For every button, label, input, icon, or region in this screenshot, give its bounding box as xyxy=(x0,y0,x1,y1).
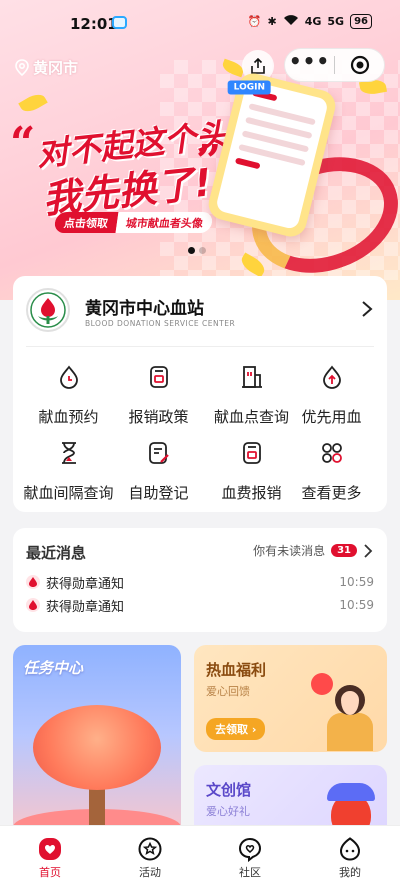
tab-activity[interactable]: 活动 xyxy=(100,826,200,889)
service-label: 献血间隔查询 xyxy=(23,484,114,502)
chevron-right-icon xyxy=(364,543,373,558)
banner-cta-secondary: 城市献血者头像 xyxy=(115,212,214,233)
close-miniprogram-button[interactable] xyxy=(335,55,384,75)
welfare-title: 热血福利 xyxy=(206,661,267,679)
welfare-claim-button[interactable]: 去领取 › xyxy=(206,718,266,740)
banner-cta[interactable]: 点击领取 城市献血者头像 xyxy=(53,212,214,233)
task-center-tile[interactable]: 任务中心 xyxy=(13,645,181,845)
news-item-text: 获得勋章通知 xyxy=(46,599,125,615)
divider xyxy=(26,346,374,347)
status-time: 12:01 xyxy=(70,15,118,33)
drop-icon xyxy=(26,598,40,612)
pager-dot xyxy=(199,247,206,254)
service-label: 查看更多 xyxy=(301,484,362,502)
service-blood-appointment[interactable]: 献血预约 xyxy=(22,362,115,427)
reimburse-icon xyxy=(242,442,261,464)
girl-illustration xyxy=(321,675,379,751)
service-label: 报销政策 xyxy=(128,408,189,426)
system-icons: ⏰ ✱ 4G 5G 96 xyxy=(248,14,372,29)
tab-label: 我的 xyxy=(339,866,361,879)
chevron-right-icon[interactable] xyxy=(361,300,373,318)
service-self-register[interactable]: 自助登记 xyxy=(112,438,205,503)
culture-title: 文创馆 xyxy=(206,781,252,799)
news-item[interactable]: 获得勋章通知 10:59 xyxy=(26,596,374,615)
bottom-tab-bar: 首页 活动 社区 我的 xyxy=(0,825,400,889)
pager-dot-active xyxy=(188,247,195,254)
alarm-icon: ⏰ xyxy=(247,15,262,28)
service-priority-blood[interactable]: 优先用血 xyxy=(285,362,378,427)
target-close-icon xyxy=(350,55,369,75)
blood-station-logo xyxy=(26,288,70,332)
blood-station-card: 黄冈市中心血站 BLOOD DONATION SERVICE CENTER 献血… xyxy=(13,276,387,512)
banner-cta-primary: 点击领取 xyxy=(53,212,119,233)
banner-pagination xyxy=(188,247,206,254)
wechat-notification-icon xyxy=(112,16,127,29)
service-interval-query[interactable]: 献血间隔查询 xyxy=(22,438,115,503)
tab-community[interactable]: 社区 xyxy=(200,826,300,889)
news-item-time: 10:59 xyxy=(339,598,374,612)
service-label: 自助登记 xyxy=(128,484,189,502)
hero-banner[interactable]: 12:01 ⏰ ✱ 4G 5G 96 黄冈市 ••• “ 对不起这个头像 我先换… xyxy=(0,0,400,300)
quote-open-mark: “ xyxy=(10,118,36,169)
status-bar: 12:01 ⏰ ✱ 4G 5G 96 xyxy=(0,0,400,44)
service-label: 优先用血 xyxy=(301,408,362,426)
heart-chat-icon xyxy=(238,837,262,862)
news-item-time: 10:59 xyxy=(339,575,374,589)
miniprogram-capsule: ••• xyxy=(284,48,385,82)
unread-count-badge: 31 xyxy=(331,544,357,557)
tab-home[interactable]: 首页 xyxy=(0,826,100,889)
unread-text: 你有未读消息 xyxy=(253,544,326,558)
tab-label: 社区 xyxy=(239,866,261,879)
news-title: 最近消息 xyxy=(26,544,87,562)
recent-news-card: 最近消息 你有未读消息 31 获得勋章通知 10:59 获得勋章通知 10:59 xyxy=(13,528,387,632)
clock-drop-icon xyxy=(59,365,78,389)
news-item[interactable]: 获得勋章通知 10:59 xyxy=(26,573,374,592)
tree-illustration xyxy=(33,705,161,790)
signal-5g-label: 5G xyxy=(327,15,345,28)
service-view-more[interactable]: 查看更多 xyxy=(285,438,378,503)
task-center-title: 任务中心 xyxy=(23,659,84,677)
unread-messages-link[interactable]: 你有未读消息 31 xyxy=(253,542,373,559)
tab-profile[interactable]: 我的 xyxy=(300,826,400,889)
decor-leaf xyxy=(18,90,48,116)
more-options-button[interactable]: ••• xyxy=(285,51,334,71)
tab-label: 活动 xyxy=(139,866,161,879)
culture-subtitle: 爱心好礼 xyxy=(206,805,250,818)
share-icon xyxy=(251,58,265,74)
priority-drop-icon xyxy=(322,365,341,389)
bluetooth-icon: ✱ xyxy=(267,15,277,28)
location-pin-icon xyxy=(15,59,29,76)
station-name[interactable]: 黄冈市中心血站 xyxy=(85,294,204,319)
home-icon xyxy=(39,838,61,860)
building-icon xyxy=(241,366,262,388)
signal-4g-label: 4G xyxy=(304,15,322,28)
grid-more-icon xyxy=(321,443,342,463)
drop-icon xyxy=(26,575,40,589)
location-selector[interactable]: 黄冈市 xyxy=(15,57,78,78)
service-reimburse-policy[interactable]: 报销政策 xyxy=(112,362,205,427)
welfare-tile[interactable]: 热血福利 爱心回馈 去领取 › xyxy=(194,645,387,752)
profile-icon xyxy=(339,837,361,861)
service-label: 献血预约 xyxy=(38,408,99,426)
tab-label: 首页 xyxy=(39,866,61,879)
welfare-subtitle: 爱心回馈 xyxy=(206,685,250,698)
policy-icon xyxy=(149,366,168,388)
edit-form-icon xyxy=(148,442,169,464)
news-item-text: 获得勋章通知 xyxy=(46,576,125,592)
station-subtitle: BLOOD DONATION SERVICE CENTER xyxy=(85,319,236,328)
location-label: 黄冈市 xyxy=(33,59,79,77)
star-badge-icon xyxy=(138,837,162,861)
battery-icon: 96 xyxy=(350,14,372,29)
phone-login-badge: LOGIN xyxy=(227,80,271,95)
hourglass-icon xyxy=(61,442,76,464)
wifi-icon xyxy=(283,14,299,29)
